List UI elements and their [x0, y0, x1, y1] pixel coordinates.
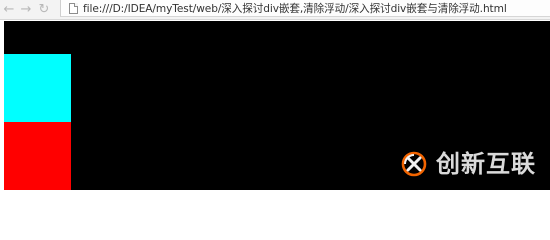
address-url: file:///D:/IDEA/myTest/web/深入探讨div嵌套,清除浮…	[83, 2, 507, 15]
reload-button[interactable]: ↻	[35, 0, 53, 18]
brand-logo-icon	[400, 150, 428, 178]
address-bar[interactable]: file:///D:/IDEA/myTest/web/深入探讨div嵌套,清除浮…	[60, 0, 550, 17]
brand-text: 创新互联	[436, 150, 536, 178]
back-button[interactable]: ←	[0, 0, 18, 18]
browser-toolbar: ← → ↻ file:///D:/IDEA/myTest/web/深入探讨div…	[0, 0, 550, 20]
page-viewport: 创新互联	[4, 21, 550, 190]
browser-window: ← → ↻ file:///D:/IDEA/myTest/web/深入探讨div…	[0, 0, 550, 210]
brand-logo-svg	[401, 151, 427, 177]
reload-icon: ↻	[38, 1, 50, 17]
arrow-left-icon: ←	[3, 1, 15, 17]
forward-button[interactable]: →	[17, 0, 35, 18]
page-icon	[69, 2, 78, 14]
cyan-floated-box	[4, 54, 71, 122]
watermark: 创新互联	[400, 150, 536, 178]
arrow-right-icon: →	[20, 1, 32, 17]
red-floated-box	[4, 122, 71, 190]
